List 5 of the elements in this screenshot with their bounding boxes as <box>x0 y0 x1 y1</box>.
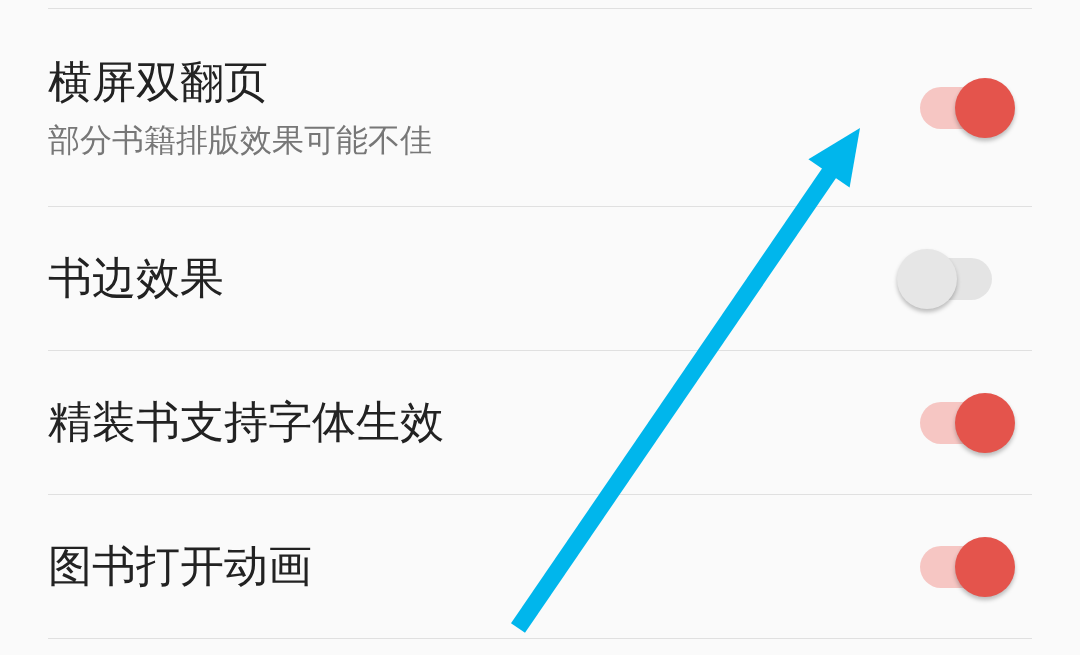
setting-title: 精装书支持字体生效 <box>48 396 444 449</box>
setting-title: 书边效果 <box>48 252 224 305</box>
setting-description: 部分书籍排版效果可能不佳 <box>48 120 432 160</box>
setting-title: 横屏双翻页 <box>48 55 268 109</box>
setting-title: 图书打开动画 <box>48 540 312 593</box>
